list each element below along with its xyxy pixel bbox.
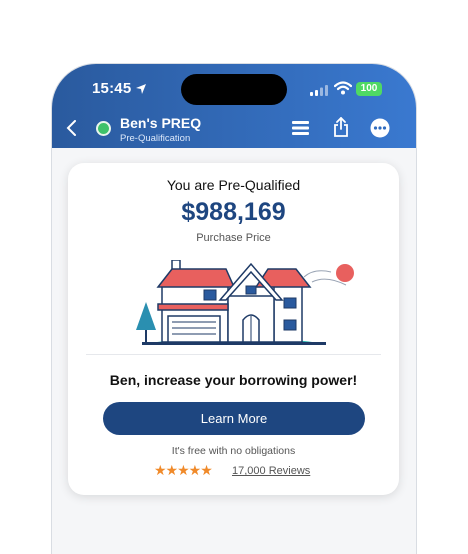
divider [86,354,381,355]
house-illustration [136,260,354,345]
status-dot [96,121,111,136]
wifi-icon [334,81,352,95]
back-icon[interactable] [66,120,78,136]
card-title: You are Pre-Qualified [166,177,301,193]
purchase-price-amount: $988,169 [181,198,286,226]
page-title: Ben's PREQ [120,115,202,131]
menu-icon[interactable] [292,120,309,136]
signal-icon [310,85,328,96]
app-header: 15:45 100 Ben's PREQ Pre-Qualification [52,64,416,148]
more-icon[interactable] [370,118,390,138]
dynamic-island [181,74,287,105]
rating-stars: ★★★★★ [154,462,213,478]
borrowing-power-promo: Ben, increase your borrowing power! [109,372,358,388]
phone-frame: 15:45 100 Ben's PREQ Pre-Qualification Y… [52,64,416,554]
prequalification-card: You are Pre-Qualified $988,169 Purchase … [68,163,399,495]
battery-indicator: 100 [356,82,382,96]
purchase-price-label: Purchase Price [196,232,271,244]
share-icon[interactable] [333,117,349,137]
status-time: 15:45 [92,80,132,97]
page-subtitle: Pre-Qualification [120,133,191,144]
no-obligation-note: It's free with no obligations [171,445,296,457]
reviews-link[interactable]: 17,000 Reviews [232,465,310,477]
learn-more-button[interactable]: Learn More [103,402,365,435]
location-arrow-icon [136,84,146,94]
